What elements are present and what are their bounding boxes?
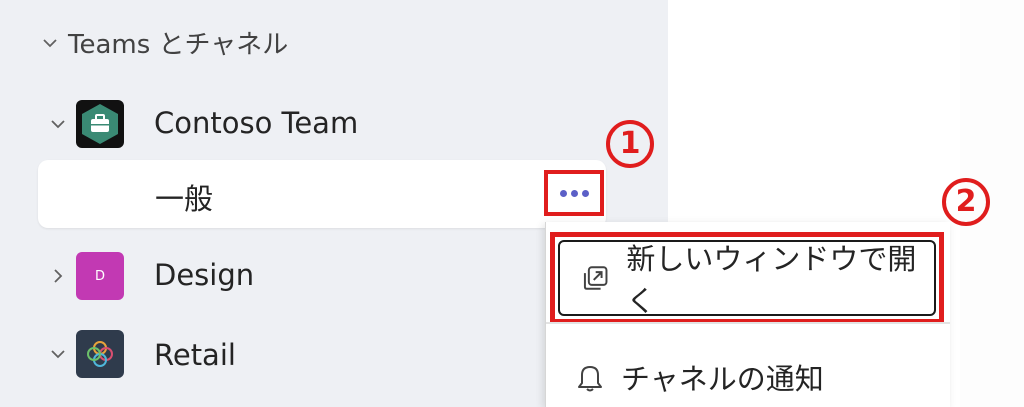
chevron-down-icon[interactable] [50,118,66,130]
teams-channels-header[interactable]: Teams とチャネル [42,24,288,61]
channel-notifications-label: チャネルの通知 [621,362,824,396]
chevron-down-icon [43,38,57,47]
team-avatar-letter: D [94,268,105,284]
chevron-right-icon[interactable] [52,268,64,284]
more-icon-dot [559,189,567,197]
chevron-down-icon[interactable] [50,348,66,360]
flower-logo-icon [87,341,113,367]
open-in-new-window-label: 新しいウィンドウで開く [626,242,917,318]
section-title-label: Teams とチャネル [68,30,289,60]
channel-notifications-item[interactable]: チャネルの通知 [575,356,824,398]
team-avatar-retail [76,330,124,378]
team-avatar-contoso [76,100,124,148]
channel-name-general: 一般 [155,182,214,216]
bell-icon [578,366,602,392]
more-options-button[interactable] [544,170,604,216]
channel-item-general[interactable] [38,160,606,228]
team-name-design[interactable]: Design [154,258,254,292]
more-icon-dot [581,189,589,197]
callout-2: 2 [940,176,992,228]
callout-number: 2 [955,184,977,219]
briefcase-icon [82,104,118,144]
team-name-retail[interactable]: Retail [154,338,236,372]
callout-1: 1 [604,118,656,170]
open-in-new-window-item[interactable]: 新しいウィンドウで開く [550,232,944,324]
open-window-icon [583,266,608,290]
callout-number: 1 [619,126,641,161]
menu-divider [546,322,950,324]
team-avatar-design: D [76,252,124,300]
more-icon-dot [570,189,578,197]
team-name-contoso[interactable]: Contoso Team [154,106,358,140]
